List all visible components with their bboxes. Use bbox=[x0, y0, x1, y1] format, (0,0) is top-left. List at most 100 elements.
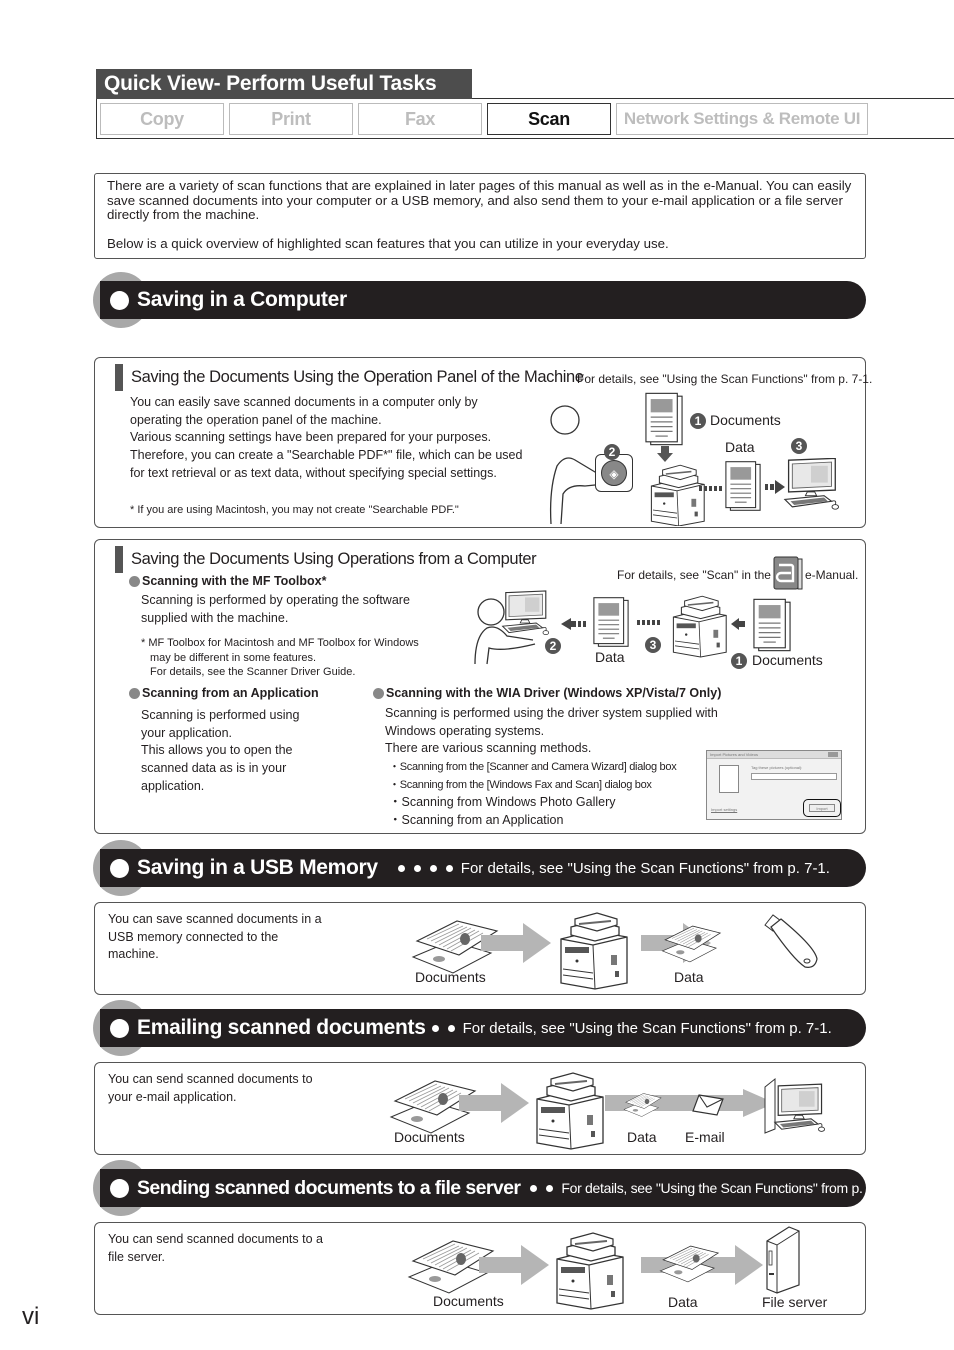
text-line: supplied with the machine. bbox=[141, 610, 289, 625]
data-document-icon bbox=[725, 460, 761, 512]
arrow-down-icon bbox=[657, 446, 673, 462]
step-1-badge: 1 bbox=[690, 413, 706, 429]
dot-leader bbox=[431, 1024, 455, 1032]
text-line: application. bbox=[141, 778, 205, 793]
dotted-connector bbox=[637, 620, 660, 625]
reference-link[interactable]: For details, see "Using the Scan Functio… bbox=[577, 372, 872, 386]
heading-bar bbox=[115, 364, 123, 391]
printer-icon bbox=[549, 1227, 629, 1311]
toolbox-note: * MF Toolbox for Macintosh and MF Toolbo… bbox=[141, 636, 419, 680]
data-icon bbox=[661, 923, 723, 965]
header-divider bbox=[96, 138, 954, 139]
documents-label: Documents bbox=[710, 412, 781, 428]
reference-link[interactable]: For details, see "Using the Scan Functio… bbox=[561, 1180, 889, 1196]
usb-description: You can save scanned documents in a USB … bbox=[108, 911, 322, 964]
text-line: Therefore, you can create a "Searchable … bbox=[130, 448, 523, 463]
tab-print[interactable]: Print bbox=[229, 103, 353, 135]
list-item: ・Scanning from the [Windows Fax and Scan… bbox=[389, 778, 652, 791]
text-line: This allows you to open the bbox=[141, 743, 293, 758]
import-dialog-thumbnail: Import Pictures and Videos Tag these pic… bbox=[706, 750, 842, 820]
step-2-badge: 2 bbox=[604, 444, 620, 460]
tab-fax[interactable]: Fax bbox=[358, 103, 482, 135]
text-line: file server. bbox=[108, 1249, 165, 1264]
reference-link[interactable]: For details, see "Using the Scan Functio… bbox=[461, 860, 830, 877]
step-1-badge: 1 bbox=[731, 653, 747, 669]
documents-label: Documents bbox=[433, 1293, 504, 1309]
subsection-heading: Saving the Documents Using the Operation… bbox=[115, 364, 584, 391]
usb-box: You can save scanned documents in a USB … bbox=[94, 902, 866, 995]
data-document-icon bbox=[593, 596, 629, 648]
e-manual-icon bbox=[773, 555, 803, 591]
data-label: Data bbox=[627, 1129, 657, 1145]
dotted-connector bbox=[699, 486, 722, 491]
text-line: your application. bbox=[141, 725, 233, 740]
preview-thumbnail bbox=[719, 765, 739, 793]
text-line: There are various scanning methods. bbox=[385, 741, 592, 756]
section-title: Sending scanned documents to a file serv… bbox=[137, 1176, 521, 1199]
text-line: machine. bbox=[108, 947, 159, 962]
email-box: You can send scanned documents to your e… bbox=[94, 1062, 866, 1155]
bullet-icon bbox=[129, 575, 140, 587]
subsection-title: Saving the Documents Using the Operation… bbox=[131, 368, 584, 386]
usb-memory-icon bbox=[764, 914, 818, 968]
text-line: Various scanning settings have been prep… bbox=[130, 430, 492, 445]
arrow-right-icon bbox=[765, 480, 785, 494]
method-text: Scanning from Windows Photo Gallery bbox=[401, 795, 616, 810]
document-icon bbox=[753, 598, 791, 652]
heading-text: Scanning with the WIA Driver (Windows XP… bbox=[386, 686, 722, 700]
header-divider bbox=[472, 98, 954, 99]
tab-copy[interactable]: Copy bbox=[100, 103, 224, 135]
import-settings-link: Import settings bbox=[711, 807, 738, 812]
section-title: Saving in a USB Memory bbox=[137, 856, 378, 879]
heading-bar bbox=[115, 546, 123, 573]
arrow-right-icon bbox=[479, 1245, 549, 1285]
emanual-reference[interactable]: For details, see "Scan" in the e-Manual. bbox=[617, 555, 859, 593]
email-description: You can send scanned documents to your e… bbox=[108, 1071, 313, 1106]
user-at-computer-icon bbox=[474, 590, 549, 665]
reference-text: For details, see "Scan" in the bbox=[617, 568, 771, 582]
email-label: E-mail bbox=[685, 1129, 725, 1145]
wia-heading: Scanning with the WIA Driver (Windows XP… bbox=[373, 686, 721, 700]
step-3-badge: 3 bbox=[791, 438, 807, 454]
reference-text: e-Manual. bbox=[804, 568, 859, 582]
subsection-heading: Saving the Documents Using Operations fr… bbox=[115, 546, 537, 573]
data-icon bbox=[623, 1091, 663, 1119]
printer-icon bbox=[553, 907, 633, 991]
tag-input bbox=[751, 773, 837, 780]
section-title: Emailing scanned documents bbox=[137, 1016, 426, 1039]
reference-link[interactable]: For details, see "Using the Scan Functio… bbox=[463, 1020, 832, 1037]
data-label: Data bbox=[595, 649, 625, 665]
documents-label: Documents bbox=[394, 1129, 465, 1145]
tab-network-settings[interactable]: Network Settings & Remote UI bbox=[616, 103, 868, 135]
tab-scan[interactable]: Scan bbox=[487, 103, 611, 135]
page-number: vi bbox=[22, 1303, 40, 1330]
text-line: You can send scanned documents to a bbox=[108, 1232, 323, 1246]
text-line: Scanning is performed using the driver s… bbox=[385, 706, 718, 720]
text-line: Scanning is performed by operating the s… bbox=[141, 593, 410, 607]
document-icon bbox=[645, 392, 683, 446]
text-line: You can easily save scanned documents in… bbox=[130, 395, 478, 409]
documents-label: Documents bbox=[752, 652, 823, 668]
intro-paragraph: Below is a quick overview of highlighted… bbox=[107, 235, 669, 251]
text-line: operating the operation panel of the mac… bbox=[130, 412, 382, 427]
operation-panel-box: Saving the Documents Using the Operation… bbox=[94, 357, 872, 528]
step-3-badge: 3 bbox=[645, 637, 661, 653]
text-line: * MF Toolbox for Macintosh and MF Toolbo… bbox=[141, 637, 419, 649]
section-header-computer: Saving in a Computer bbox=[100, 281, 866, 319]
subsection-title: Saving the Documents Using Operations fr… bbox=[131, 550, 537, 568]
bullet-icon bbox=[129, 687, 140, 699]
text-line: For details, see the Scanner Driver Guid… bbox=[150, 666, 356, 678]
header-divider bbox=[96, 99, 97, 139]
close-icon bbox=[828, 752, 838, 757]
bullet-dot-icon bbox=[110, 1178, 129, 1198]
method-text: Scanning from an Application bbox=[401, 813, 564, 828]
bullet-dot-icon bbox=[110, 858, 129, 878]
printer-icon bbox=[667, 592, 731, 658]
data-icon bbox=[659, 1243, 721, 1285]
footnote: * If you are using Macintosh, you may no… bbox=[130, 504, 459, 516]
dialog-titlebar: Import Pictures and Videos bbox=[707, 751, 841, 759]
section-title: Saving in a Computer bbox=[137, 288, 347, 311]
file-server-label: File server bbox=[762, 1294, 828, 1310]
dot-leader bbox=[530, 1184, 554, 1192]
arrow-right-icon bbox=[481, 923, 551, 963]
